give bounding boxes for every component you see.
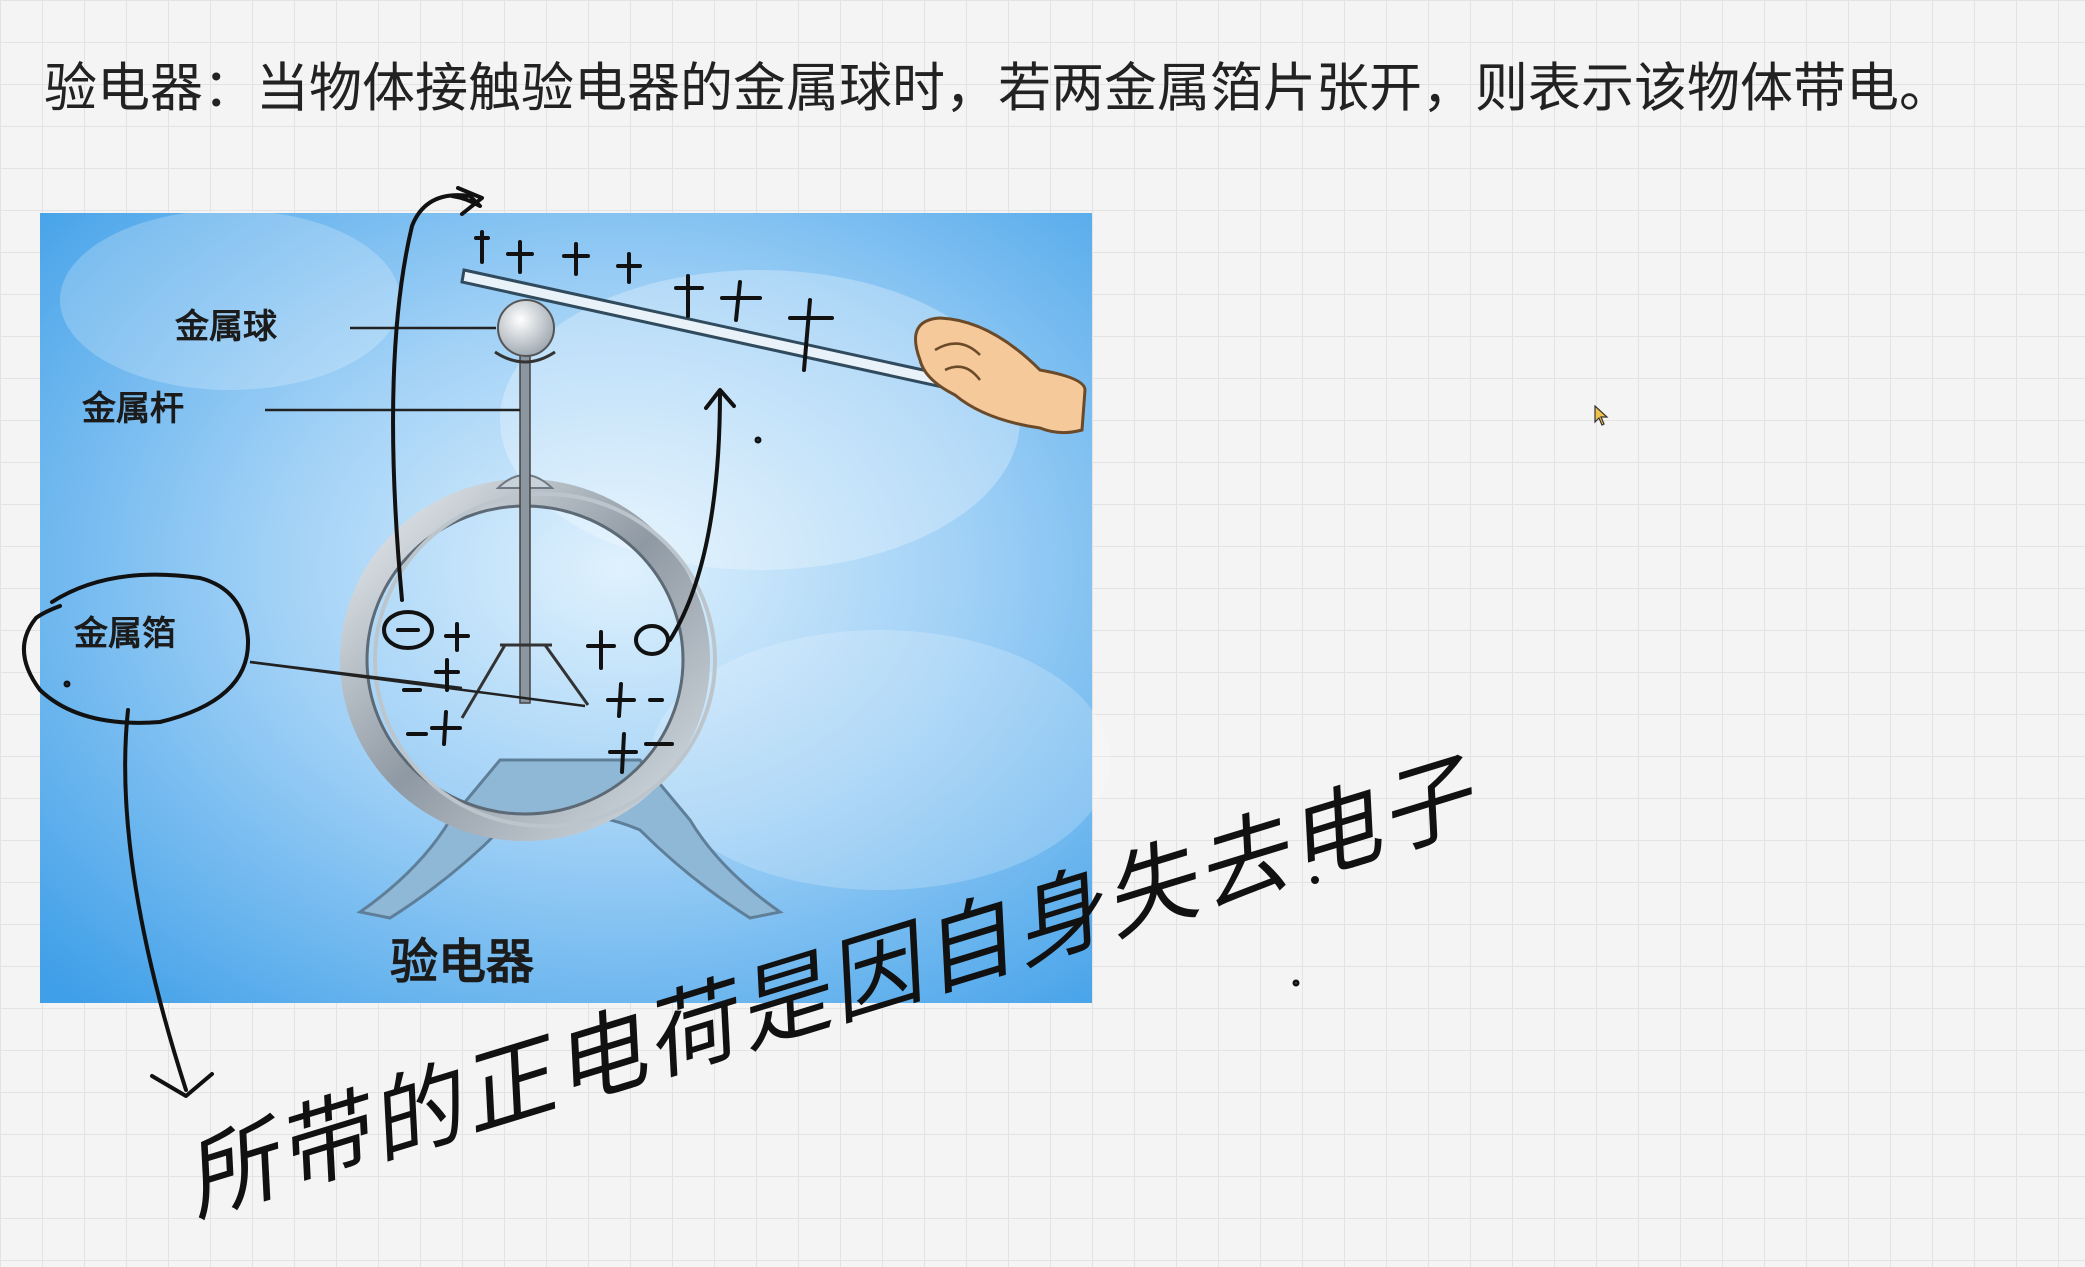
- figure-caption: 验电器: [390, 934, 535, 990]
- electroscope-diagram: 金属球 金属杆 金属箔 验电器 所带的正电荷是因自身失去电子: [22, 186, 1490, 1236]
- label-metal-foil: 金属箔: [73, 614, 176, 654]
- label-metal-ball: 金属球: [174, 307, 278, 347]
- label-metal-rod: 金属杆: [81, 389, 184, 429]
- metal-ball: [497, 299, 555, 357]
- mouse-cursor-icon: [1594, 405, 1609, 426]
- metal-rod: [519, 347, 531, 704]
